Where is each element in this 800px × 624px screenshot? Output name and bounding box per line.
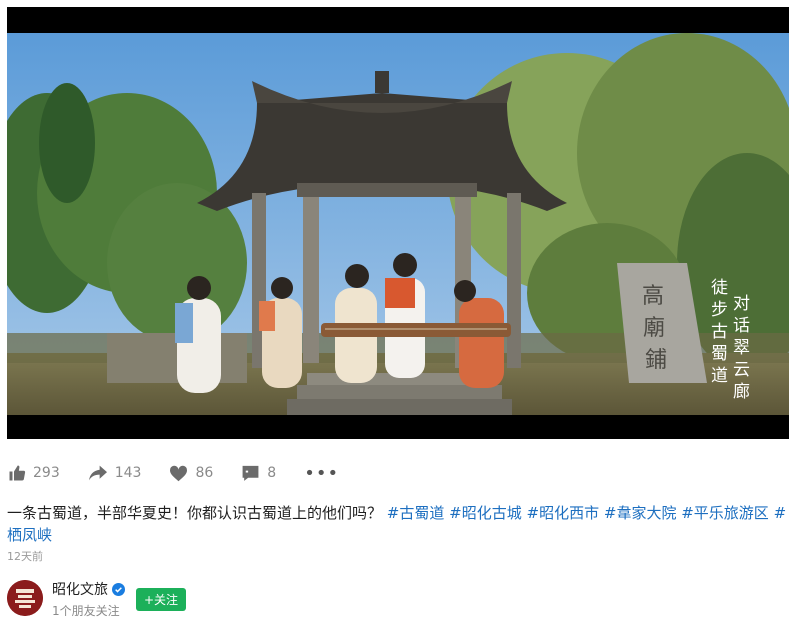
author-logo-icon bbox=[7, 580, 43, 616]
svg-text:对: 对 bbox=[733, 294, 750, 314]
svg-text:翠: 翠 bbox=[733, 338, 750, 358]
post-caption: 一条古蜀道，半部华夏史！你都认识古蜀道上的他们吗？ #古蜀道 #昭化古城 #昭化… bbox=[7, 502, 791, 546]
comment-button[interactable]: 8 bbox=[241, 464, 276, 482]
comment-count: 8 bbox=[267, 465, 277, 481]
caption-text: 一条古蜀道，半部华夏史！你都认识古蜀道上的他们吗？ bbox=[7, 504, 383, 522]
video-frame: 高 廟 鋪 徒步古蜀道 对话翠云廊 bbox=[7, 33, 789, 415]
favorite-button[interactable]: 86 bbox=[169, 465, 213, 482]
stone-inscription-3: 鋪 bbox=[645, 348, 667, 373]
heart-icon bbox=[170, 465, 188, 481]
svg-text:蜀: 蜀 bbox=[711, 344, 728, 364]
share-button[interactable]: 143 bbox=[88, 464, 142, 482]
post-timestamp: 12天前 bbox=[7, 550, 43, 563]
share-count: 143 bbox=[114, 465, 142, 481]
like-count: 293 bbox=[33, 465, 60, 481]
svg-text:话: 话 bbox=[733, 316, 750, 336]
stone-inscription-2: 廟 bbox=[643, 316, 665, 341]
verified-check-icon bbox=[112, 582, 125, 596]
follow-button[interactable]: +关注 bbox=[136, 588, 186, 611]
author-avatar[interactable] bbox=[7, 580, 43, 616]
author-subtitle: 1个朋友关注 bbox=[52, 604, 120, 618]
hashtag-4[interactable]: #韋家大院 bbox=[604, 504, 677, 522]
hashtag-5[interactable]: #平乐旅游区 bbox=[681, 504, 769, 522]
favorite-count: 86 bbox=[195, 465, 214, 481]
svg-text:徒: 徒 bbox=[711, 278, 728, 298]
svg-text:古: 古 bbox=[711, 322, 728, 342]
hashtag-2[interactable]: #昭化古城 bbox=[449, 504, 522, 522]
action-bar: 293 143 86 8 ••• bbox=[8, 460, 339, 486]
share-arrow-icon bbox=[88, 465, 107, 481]
svg-text:道: 道 bbox=[711, 366, 728, 386]
svg-text:廊: 廊 bbox=[733, 382, 750, 402]
author-name: 昭化文旅 bbox=[52, 582, 108, 598]
hashtag-1[interactable]: #古蜀道 bbox=[387, 504, 445, 522]
author-name-link[interactable]: 昭化文旅 bbox=[52, 579, 125, 599]
svg-text:云: 云 bbox=[733, 360, 750, 380]
comment-icon bbox=[242, 465, 259, 481]
like-button[interactable]: 293 bbox=[8, 464, 60, 482]
thumbs-up-icon bbox=[9, 465, 26, 481]
stone-inscription-1: 高 bbox=[642, 284, 664, 309]
hashtag-3[interactable]: #昭化西市 bbox=[527, 504, 600, 522]
svg-text:步: 步 bbox=[711, 300, 728, 320]
video-player[interactable]: 高 廟 鋪 徒步古蜀道 对话翠云廊 bbox=[7, 7, 789, 439]
more-options-button[interactable]: ••• bbox=[304, 463, 339, 484]
